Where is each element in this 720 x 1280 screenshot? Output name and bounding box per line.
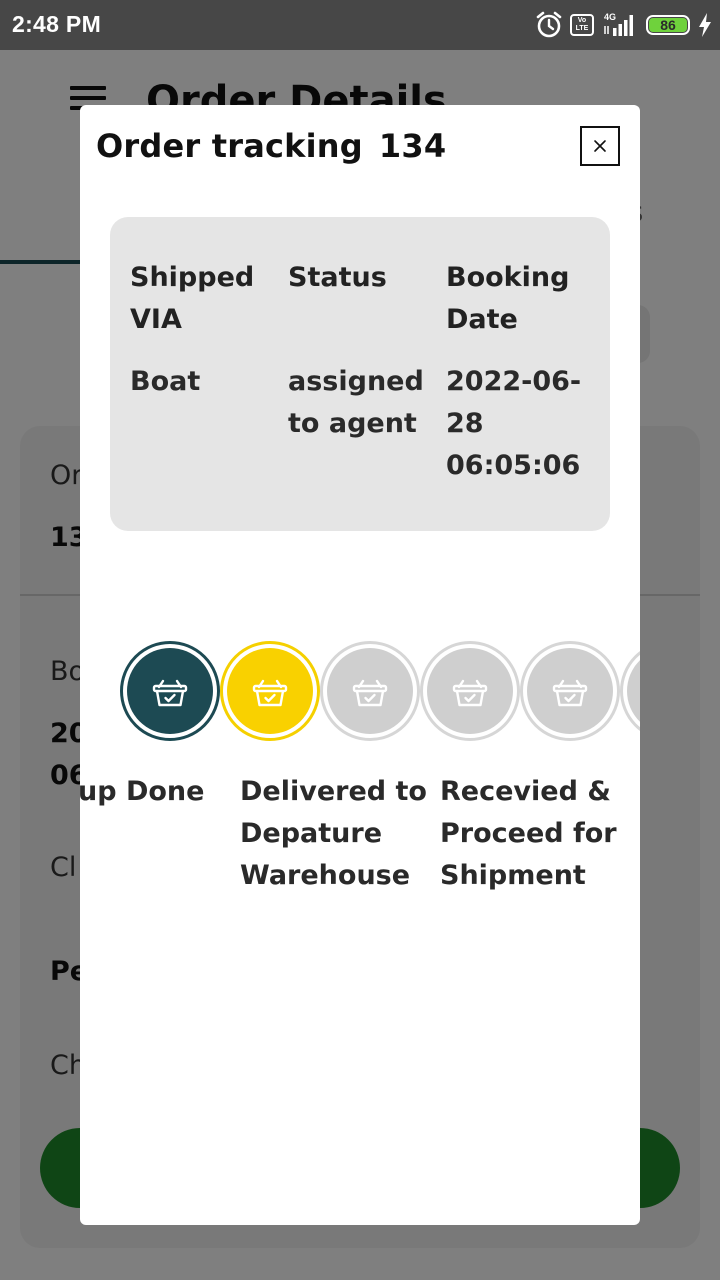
header-line: Date (446, 304, 518, 335)
tracking-step-pending[interactable] (620, 641, 640, 741)
volte-icon: Vo LTE (570, 14, 594, 36)
tracking-steps[interactable] (80, 641, 640, 741)
battery-icon: 86 (646, 15, 690, 35)
basket-check-icon (452, 679, 488, 707)
step-inner (227, 648, 313, 734)
volte-text: Vo LTE (575, 17, 589, 32)
battery-fill: 86 (649, 18, 687, 32)
step-label-line: Warehouse (240, 860, 411, 891)
basket-check-icon (352, 679, 388, 707)
battery-level: 86 (660, 17, 676, 33)
status-bar: 2:48 PM Vo LTE 4G 86 (0, 0, 720, 50)
tracking-step-pending[interactable] (320, 641, 420, 741)
value-booking-date: 2022-06- 28 06:05:06 (446, 361, 581, 487)
status-time: 2:48 PM (12, 11, 102, 37)
close-icon (594, 140, 606, 152)
tracking-step-label: up Done (80, 771, 204, 813)
modal-title: Order tracking 134 (96, 127, 446, 165)
order-tracking-modal: Order tracking 134 Shipped VIA Status Boo… (80, 105, 640, 1225)
alarm-icon (536, 11, 562, 38)
value-status: assigned to agent (288, 361, 424, 445)
value-shipped-via: Boat (130, 361, 200, 403)
basket-check-icon (252, 679, 288, 707)
step-label-line: Shipment (440, 860, 586, 891)
value-line: 2022-06- (446, 366, 582, 397)
tracking-step-label: Recevied & Proceed for Shipment (440, 771, 617, 897)
modal-order-number: 134 (378, 127, 447, 165)
step-inner (427, 648, 513, 734)
value-line: 28 (446, 408, 484, 439)
tracking-step-pending[interactable] (420, 641, 520, 741)
step-label-line: Delivered to (240, 776, 427, 807)
step-inner (327, 648, 413, 734)
header-line: Shipped (130, 262, 255, 293)
signal-icon: 4G (602, 12, 638, 38)
basket-check-icon (152, 679, 188, 707)
step-label-line: Recevied & (440, 776, 611, 807)
header-line: Status (288, 262, 387, 293)
header-booking-date: Booking Date (446, 257, 569, 341)
value-line: to agent (288, 408, 417, 439)
value-line: Boat (130, 366, 201, 397)
value-line: assigned (288, 366, 424, 397)
header-line: Booking (446, 262, 570, 293)
tracking-step-label: Delivered to Depature Warehouse (240, 771, 427, 897)
status-icons: Vo LTE 4G 86 (536, 10, 712, 40)
tracking-step-current[interactable] (220, 641, 320, 741)
step-inner (127, 648, 213, 734)
step-label-line: Depature (240, 818, 383, 849)
step-inner (627, 648, 640, 734)
value-line: 06:05:06 (446, 450, 581, 481)
header-status: Status (288, 257, 387, 299)
tracking-step-done[interactable] (120, 641, 220, 741)
close-button[interactable] (580, 126, 620, 166)
step-inner (527, 648, 613, 734)
header-line: VIA (130, 304, 182, 335)
step-label-line: up Done (80, 776, 205, 807)
step-label-line: Proceed for (440, 818, 617, 849)
modal-title-text: Order tracking (96, 127, 363, 165)
charging-bolt-icon (699, 13, 711, 37)
tracking-step-pending[interactable] (520, 641, 620, 741)
basket-check-icon (552, 679, 588, 707)
shipment-info-box: Shipped VIA Status Booking Date Boat ass… (110, 217, 610, 531)
header-shipped-via: Shipped VIA (130, 257, 254, 341)
